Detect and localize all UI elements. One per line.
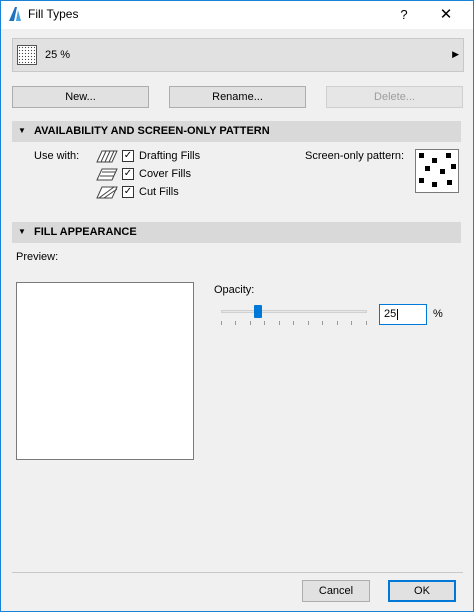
slider-tick bbox=[308, 321, 309, 325]
slider-tick bbox=[322, 321, 323, 325]
cover-fills-label: Cover Fills bbox=[139, 168, 191, 180]
pattern-dot bbox=[440, 169, 445, 174]
drafting-fill-icon bbox=[96, 150, 118, 163]
slider-tick bbox=[366, 321, 367, 325]
chevron-right-icon: ▶ bbox=[452, 49, 459, 59]
screen-only-pattern-label: Screen-only pattern: bbox=[305, 150, 405, 162]
opacity-slider-thumb[interactable] bbox=[253, 305, 262, 318]
drafting-fills-checkbox[interactable]: ✓ bbox=[122, 150, 134, 162]
slider-tick bbox=[264, 321, 265, 325]
opacity-label: Opacity: bbox=[214, 284, 255, 296]
screen-only-pattern-picker[interactable] bbox=[415, 149, 459, 193]
pattern-dot bbox=[432, 158, 437, 163]
cover-fills-checkbox[interactable]: ✓ bbox=[122, 168, 134, 180]
cut-fills-checkbox[interactable]: ✓ bbox=[122, 186, 134, 198]
fill-preview bbox=[16, 282, 194, 460]
help-button[interactable]: ? bbox=[394, 5, 414, 25]
pattern-dot bbox=[451, 164, 456, 169]
opacity-unit-label: % bbox=[433, 308, 443, 320]
pattern-dot bbox=[419, 178, 424, 183]
collapse-triangle-icon: ▼ bbox=[18, 227, 26, 236]
fill-type-name: 25 % bbox=[45, 49, 71, 61]
availability-section-header[interactable]: ▼ AVAILABILITY AND SCREEN-ONLY PATTERN bbox=[12, 121, 461, 142]
footer-divider bbox=[12, 572, 463, 573]
fill-appearance-section-header[interactable]: ▼ FILL APPEARANCE bbox=[12, 222, 461, 243]
pattern-dot bbox=[419, 153, 424, 158]
close-button[interactable]: ✕ bbox=[431, 5, 461, 25]
cancel-button[interactable]: Cancel bbox=[302, 580, 370, 602]
slider-tick bbox=[250, 321, 251, 325]
new-button[interactable]: New... bbox=[12, 86, 149, 108]
pattern-dot bbox=[447, 180, 452, 185]
slider-tick bbox=[279, 321, 280, 325]
pattern-dot bbox=[425, 166, 430, 171]
pattern-dot bbox=[432, 182, 437, 187]
availability-section-title: AVAILABILITY AND SCREEN-ONLY PATTERN bbox=[34, 125, 270, 137]
cut-fill-icon bbox=[96, 186, 118, 199]
title-bar: Fill Types ? ✕ bbox=[1, 1, 473, 29]
pattern-dot bbox=[446, 153, 451, 158]
slider-tick bbox=[351, 321, 352, 325]
drafting-fills-label: Drafting Fills bbox=[139, 150, 201, 162]
slider-tick bbox=[235, 321, 236, 325]
ok-button[interactable]: OK bbox=[388, 580, 456, 602]
use-with-label: Use with: bbox=[34, 150, 80, 162]
slider-tick bbox=[337, 321, 338, 325]
fill-type-selector[interactable]: 25 % ▶ bbox=[12, 38, 464, 72]
cover-fill-icon bbox=[96, 168, 118, 181]
fill-types-dialog: Fill Types ? ✕ 25 % ▶ New... Rename... D… bbox=[0, 0, 474, 612]
collapse-triangle-icon: ▼ bbox=[18, 126, 26, 135]
opacity-slider-track[interactable] bbox=[221, 310, 367, 313]
opacity-value: 25 bbox=[384, 308, 397, 320]
fill-pattern-swatch-icon bbox=[17, 45, 37, 65]
preview-label: Preview: bbox=[16, 251, 59, 263]
opacity-slider-ticks bbox=[221, 321, 367, 327]
cut-fills-label: Cut Fills bbox=[139, 186, 179, 198]
delete-button: Delete... bbox=[326, 86, 463, 108]
slider-tick bbox=[293, 321, 294, 325]
archicad-app-icon bbox=[9, 7, 21, 21]
slider-tick bbox=[221, 321, 222, 325]
opacity-input[interactable]: 25 bbox=[379, 304, 427, 325]
window-title: Fill Types bbox=[28, 7, 79, 21]
fill-appearance-section-title: FILL APPEARANCE bbox=[34, 226, 137, 238]
rename-button[interactable]: Rename... bbox=[169, 86, 306, 108]
text-caret bbox=[397, 308, 399, 320]
